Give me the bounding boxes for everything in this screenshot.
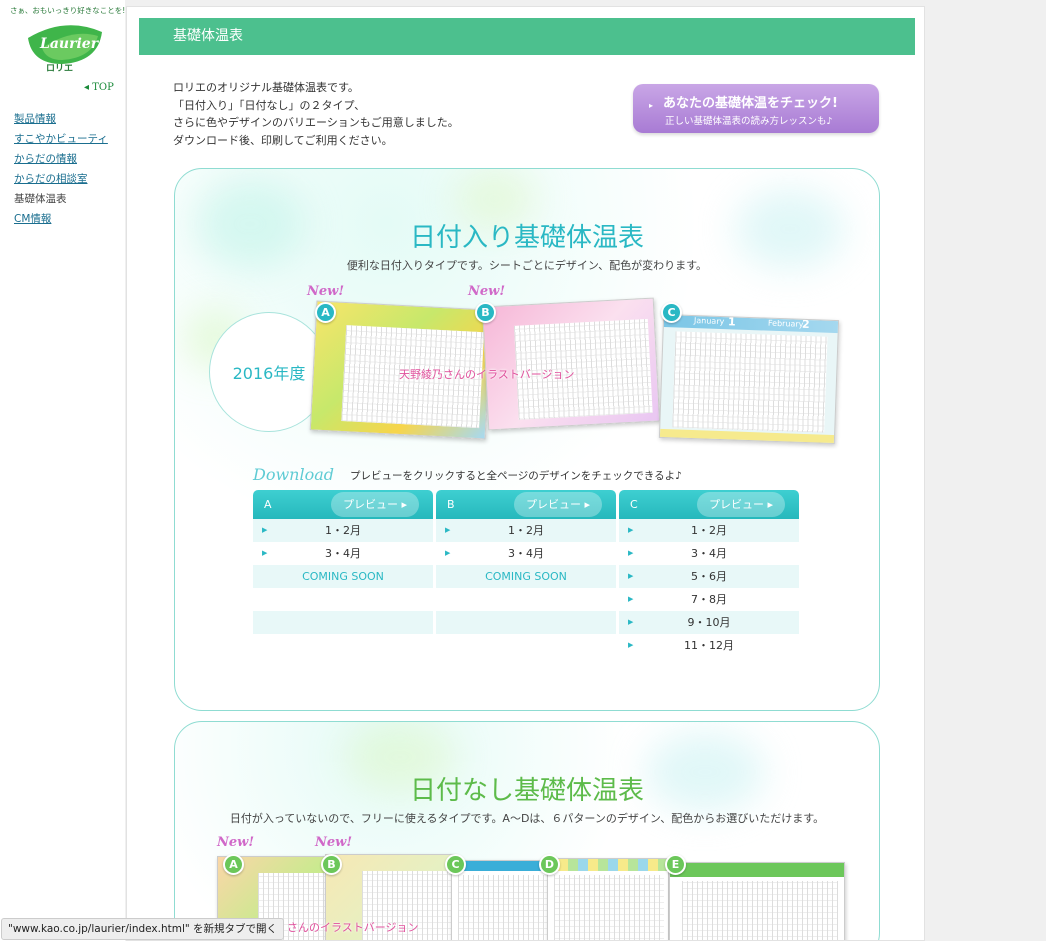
preview-button-b[interactable]: プレビュー ▸ bbox=[514, 492, 602, 517]
triangle-icon: ▶ bbox=[628, 526, 634, 534]
download-rows-c: ▶ 1・2月 ▶ 3・4月 ▶ 5・6月 ▶ 7・8月 ▶ 9・10月 ▶ 11・12月 bbox=[619, 519, 799, 657]
download-link-c-5[interactable]: ▶ 9・10月 bbox=[619, 611, 799, 634]
new-label-b: New! bbox=[468, 284, 506, 299]
badge-c: C bbox=[661, 302, 682, 323]
undated-badge-c: C bbox=[445, 854, 466, 875]
download-column-a: A プレビュー ▸ ▶ 1・2月 ▶ 3・4月 COMING SOON bbox=[253, 490, 433, 657]
illustration-version-label: 天野綾乃さんのイラストバージョン bbox=[399, 368, 575, 381]
undated-title: 日付なし基礎体温表 bbox=[409, 776, 644, 806]
download-link-c-6[interactable]: ▶ 11・12月 bbox=[619, 634, 799, 657]
triangle-icon: ▶ bbox=[262, 526, 268, 534]
dated-subtitle: 便利な日付入りタイプです。シートごとにデザイン、配色が変わります。 bbox=[346, 259, 708, 272]
download-rows-b: ▶ 1・2月 ▶ 3・4月 COMING SOON bbox=[436, 519, 616, 657]
preview-button-a[interactable]: プレビュー ▸ bbox=[331, 492, 419, 517]
triangle-icon: ▶ bbox=[628, 549, 634, 557]
coming-soon-b: COMING SOON bbox=[436, 565, 616, 588]
triangle-icon: ▶ bbox=[445, 549, 451, 557]
download-header-a: A プレビュー ▸ bbox=[253, 490, 433, 519]
empty-row bbox=[253, 634, 433, 657]
download-link-a-1[interactable]: ▶ 1・2月 bbox=[253, 519, 433, 542]
undated-badge-b: B bbox=[321, 854, 342, 875]
dated-title: 日付入り基礎体温表 bbox=[409, 223, 644, 253]
sheet-b-thumbnail[interactable] bbox=[481, 297, 661, 431]
undated-badge-a: A bbox=[223, 854, 244, 875]
undated-subtitle: 日付が入っていないので、フリーに使えるタイプです。A〜Dは、６パターンのデザイン… bbox=[229, 812, 825, 825]
sidebar-nav: 製品情報 すこやかビューティ からだの情報 からだの相談室 基礎体温表 CM情報 bbox=[14, 112, 108, 232]
download-link-a-2[interactable]: ▶ 3・4月 bbox=[253, 542, 433, 565]
download-link-b-2[interactable]: ▶ 3・4月 bbox=[436, 542, 616, 565]
main-panel: 基礎体温表 ロリエのオリジナル基礎体温表です。 「日付入り」「日付なし」の２タイ… bbox=[126, 6, 925, 941]
sidebar-item-products[interactable]: 製品情報 bbox=[14, 112, 108, 132]
download-header-c: C プレビュー ▸ bbox=[619, 490, 799, 519]
intro-text: ロリエのオリジナル基礎体温表です。 「日付入り」「日付なし」の２タイプ、 さらに… bbox=[173, 81, 459, 147]
sidebar-item-consult[interactable]: からだの相談室 bbox=[14, 172, 108, 192]
download-column-b: B プレビュー ▸ ▶ 1・2月 ▶ 3・4月 COMING SOON bbox=[436, 490, 616, 657]
empty-row bbox=[436, 611, 616, 634]
triangle-icon: ▶ bbox=[628, 595, 634, 603]
check-bbt-button[interactable]: ▸ あなたの基礎体温をチェック! 正しい基礎体温表の読み方レッスンも♪ bbox=[633, 84, 879, 133]
sheet-c-thumbnail[interactable]: January 1 February 2 bbox=[658, 313, 840, 445]
download-link-b-1[interactable]: ▶ 1・2月 bbox=[436, 519, 616, 542]
download-link-c-3[interactable]: ▶ 5・6月 bbox=[619, 565, 799, 588]
download-link-c-2[interactable]: ▶ 3・4月 bbox=[619, 542, 799, 565]
triangle-icon: ▶ bbox=[628, 618, 634, 626]
dated-chart-section: 日付入り基礎体温表 便利な日付入りタイプです。シートごとにデザイン、配色が変わり… bbox=[174, 168, 880, 711]
triangle-icon: ▶ bbox=[445, 526, 451, 534]
undated-sheet-d[interactable] bbox=[547, 858, 669, 940]
undated-badge-e: E bbox=[665, 854, 686, 875]
download-column-c: C プレビュー ▸ ▶ 1・2月 ▶ 3・4月 ▶ 5・6月 ▶ 7・8月 ▶ 9・10月… bbox=[619, 490, 799, 657]
play-arrow-icon: ▸ bbox=[649, 101, 654, 110]
download-link-c-1[interactable]: ▶ 1・2月 bbox=[619, 519, 799, 542]
empty-row bbox=[436, 588, 616, 611]
undated-chart-section: 日付なし基礎体温表 日付が入っていないので、フリーに使えるタイプです。A〜Dは、… bbox=[174, 721, 880, 940]
download-link-c-4[interactable]: ▶ 7・8月 bbox=[619, 588, 799, 611]
preview-button-c[interactable]: プレビュー ▸ bbox=[697, 492, 785, 517]
sidebar-item-cm[interactable]: CM情報 bbox=[14, 212, 108, 232]
browser-status-bar: "www.kao.co.jp/laurier/index.html" を新規タブ… bbox=[1, 918, 285, 940]
download-rows-a: ▶ 1・2月 ▶ 3・4月 COMING SOON bbox=[253, 519, 433, 657]
top-link[interactable]: ◂ TOP bbox=[84, 82, 114, 93]
new-label-undated-a: New! bbox=[217, 835, 255, 850]
empty-row bbox=[436, 634, 616, 657]
badge-b: B bbox=[475, 302, 496, 323]
empty-row bbox=[253, 588, 433, 611]
empty-row bbox=[253, 611, 433, 634]
sidebar-item-beauty[interactable]: すこやかビューティ bbox=[14, 132, 108, 152]
download-heading: Download bbox=[253, 465, 334, 484]
sidebar-item-bbt-chart: 基礎体温表 bbox=[14, 193, 67, 205]
brand-tagline: さぁ、おもいっきり好きなことを! bbox=[10, 6, 126, 15]
undated-sheet-e[interactable] bbox=[669, 862, 845, 940]
download-header-b: B プレビュー ▸ bbox=[436, 490, 616, 519]
sidebar-item-body-info[interactable]: からだの情報 bbox=[14, 152, 108, 172]
coming-soon-a: COMING SOON bbox=[253, 565, 433, 588]
undated-illustration-label: さんのイラストバージョン bbox=[287, 921, 419, 934]
triangle-icon: ▶ bbox=[628, 641, 634, 649]
triangle-icon: ▶ bbox=[628, 572, 634, 580]
sidebar: さぁ、おもいっきり好きなことを! Laurier ロリエ ◂ TOP 製品情報 … bbox=[0, 0, 125, 941]
logo-katakana: ロリエ bbox=[46, 64, 74, 74]
download-note: プレビューをクリックすると全ページのデザインをチェックできるよ♪ bbox=[350, 470, 682, 482]
undated-badge-d: D bbox=[539, 854, 560, 875]
new-label-undated-b: New! bbox=[315, 835, 353, 850]
svg-text:Laurier: Laurier bbox=[39, 36, 100, 52]
badge-a: A bbox=[315, 302, 336, 323]
undated-sheet-c[interactable] bbox=[451, 860, 553, 940]
page-title: 基礎体温表 bbox=[139, 18, 915, 55]
triangle-icon: ▶ bbox=[262, 549, 268, 557]
new-label-a: New! bbox=[307, 284, 345, 299]
